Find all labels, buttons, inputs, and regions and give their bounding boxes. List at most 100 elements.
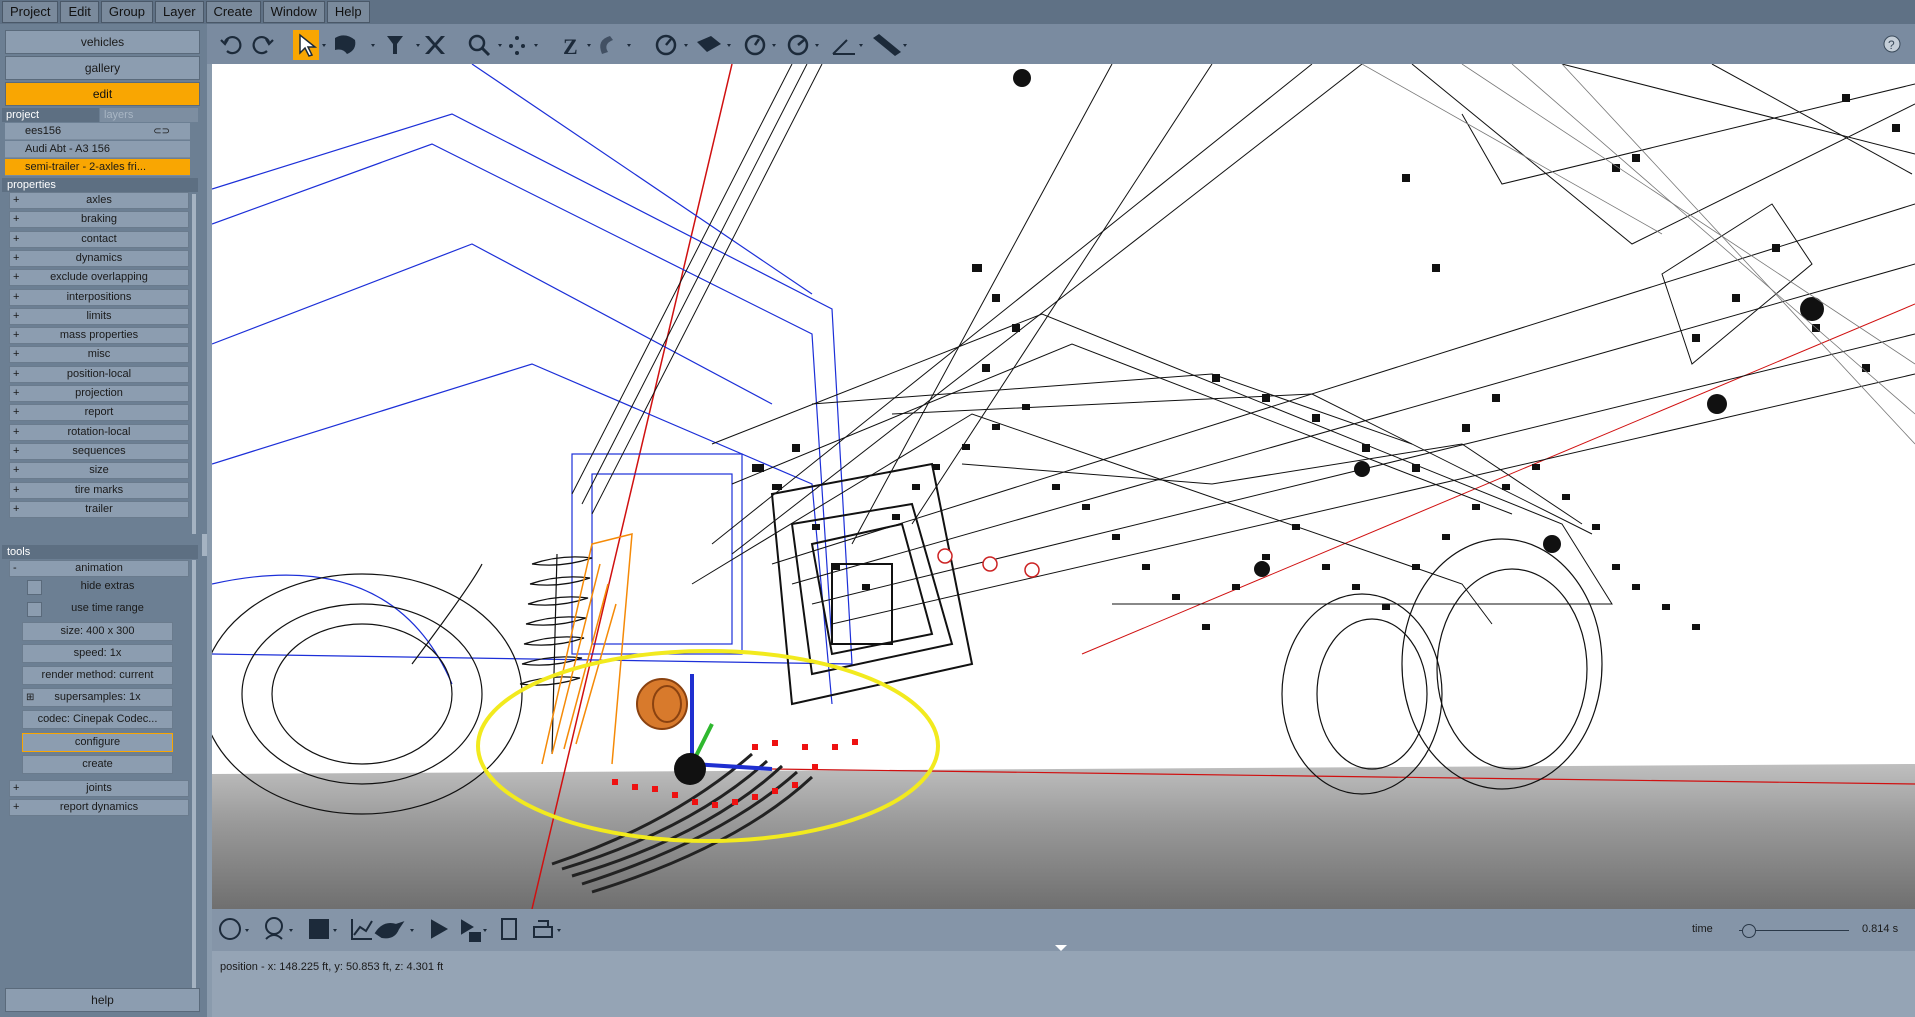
animation-label: animation [75, 562, 123, 574]
report-dynamics-toggle[interactable]: + report dynamics [9, 799, 189, 816]
record-icon[interactable] [461, 919, 481, 942]
animation-toggle[interactable]: - animation [9, 560, 189, 577]
tools-header: tools [2, 545, 198, 559]
z-axis-icon[interactable]: Z [563, 34, 578, 59]
ruler-icon[interactable] [873, 34, 901, 56]
head-icon[interactable] [265, 917, 283, 940]
menu-group[interactable]: Group [100, 1, 154, 23]
angle-icon[interactable] [832, 39, 855, 55]
3d-viewport[interactable] [212, 64, 1915, 909]
dial-icon[interactable] [655, 34, 677, 56]
menu-help[interactable]: Help [326, 1, 370, 23]
zoom-icon[interactable] [468, 34, 491, 57]
project-item-semi-trailer[interactable]: semi-trailer - 2-axles fri... [5, 159, 190, 176]
expand-icon: + [13, 801, 20, 813]
speedometer-icon[interactable] [787, 34, 809, 56]
menu-project[interactable]: Project [2, 1, 59, 23]
graph-icon[interactable] [351, 919, 373, 940]
property-label: report [84, 406, 114, 419]
property-label: exclude overlapping [50, 271, 148, 284]
selected-joint-marker[interactable] [636, 678, 688, 730]
car-wireframe [212, 64, 853, 705]
property-label: braking [80, 213, 118, 226]
codec-button[interactable]: codec: Cinepak Codec... [22, 710, 173, 729]
time-label: time [1692, 923, 1713, 935]
property-tire-marks[interactable]: + tire marks [9, 481, 189, 499]
report-dynamics-label: report dynamics [59, 801, 139, 813]
lasso-icon[interactable] [335, 35, 356, 54]
property-rotation-local[interactable]: + rotation-local [9, 423, 189, 441]
project-item-label: ees156 [25, 125, 62, 137]
property-size[interactable]: + size [9, 462, 189, 480]
size-button[interactable]: size: 400 x 300 [22, 622, 173, 641]
gallery-button[interactable]: gallery [5, 56, 200, 80]
camera-icon[interactable] [374, 921, 405, 939]
hide-extras-checkbox[interactable] [27, 580, 42, 595]
property-braking[interactable]: + braking [9, 211, 189, 229]
help-icon[interactable]: ? [1883, 35, 1901, 53]
document-icon[interactable] [501, 918, 517, 940]
use-time-range-checkbox[interactable] [27, 602, 42, 617]
vehicles-button[interactable]: vehicles [5, 30, 200, 54]
plane-icon[interactable] [697, 36, 721, 52]
property-position-local[interactable]: + position-local [9, 365, 189, 383]
property-label: dynamics [75, 251, 123, 264]
help-button[interactable]: help [5, 988, 200, 1012]
gauge-icon[interactable] [744, 34, 766, 56]
delete-icon[interactable] [425, 36, 445, 54]
use-time-range-label: use time range [71, 602, 144, 614]
play-icon[interactable] [431, 919, 449, 939]
menu-layer[interactable]: Layer [155, 1, 204, 23]
print-icon[interactable] [533, 920, 553, 938]
tools-scrollbar[interactable] [192, 560, 196, 1004]
selected-part-wireframe [541, 533, 633, 765]
tab-project[interactable]: project [2, 108, 99, 122]
ground-plane [212, 764, 1915, 909]
panel-collapse-handle[interactable] [202, 534, 207, 556]
configure-button[interactable]: configure [22, 733, 173, 752]
property-trailer[interactable]: + trailer [9, 500, 189, 518]
property-exclude-overlapping[interactable]: + exclude overlapping [9, 269, 189, 287]
property-axles[interactable]: + axles [9, 192, 189, 209]
property-sequences[interactable]: + sequences [9, 442, 189, 460]
supersamples-button[interactable]: ⊞ supersamples: 1x [22, 688, 173, 707]
property-contact[interactable]: + contact [9, 230, 189, 248]
joints-toggle[interactable]: + joints [9, 780, 189, 797]
expand-icon: + [13, 782, 20, 794]
dropdown-arrows [322, 44, 907, 47]
square-shape-icon[interactable] [309, 919, 329, 939]
expand-icon: + [13, 406, 20, 419]
redo-icon[interactable] [252, 35, 274, 55]
edit-button[interactable]: edit [5, 82, 200, 106]
project-item-audi[interactable]: Audi Abt - A3 156 [5, 141, 190, 158]
toolbar-icons: Z ? [220, 30, 1901, 60]
property-limits[interactable]: + limits [9, 307, 189, 325]
properties-scrollbar[interactable] [192, 194, 196, 534]
expand-icon: + [13, 329, 20, 342]
property-report[interactable]: + report [9, 404, 189, 422]
menu-edit[interactable]: Edit [60, 1, 99, 23]
property-mass-properties[interactable]: + mass properties [9, 327, 189, 345]
menu-create[interactable]: Create [205, 1, 261, 23]
property-label: trailer [85, 502, 113, 515]
render-method-button[interactable]: render method: current [22, 666, 173, 685]
property-interpositions[interactable]: + interpositions [9, 288, 189, 306]
create-button[interactable]: create [22, 755, 173, 774]
speed-button[interactable]: speed: 1x [22, 644, 173, 663]
menu-window[interactable]: Window [262, 1, 325, 23]
expand-icon[interactable]: ⊞ [26, 689, 34, 706]
magnet-icon[interactable] [600, 36, 613, 54]
link-icon[interactable]: ⊂⊃ [153, 123, 170, 139]
pin-icon[interactable] [387, 36, 403, 54]
time-slider-thumb[interactable] [1741, 924, 1756, 938]
tab-layers[interactable]: layers [100, 108, 198, 122]
undo-icon[interactable] [220, 35, 242, 55]
truck-wireframe [571, 64, 1915, 625]
property-projection[interactable]: + projection [9, 385, 189, 402]
property-misc[interactable]: + misc [9, 346, 189, 364]
supersamples-label: supersamples: 1x [54, 691, 141, 703]
move-icon[interactable] [509, 36, 525, 55]
circle-shape-icon[interactable] [219, 918, 241, 940]
property-dynamics[interactable]: + dynamics [9, 249, 189, 267]
project-item-ees156[interactable]: ees156 ⊂⊃ [5, 123, 190, 140]
